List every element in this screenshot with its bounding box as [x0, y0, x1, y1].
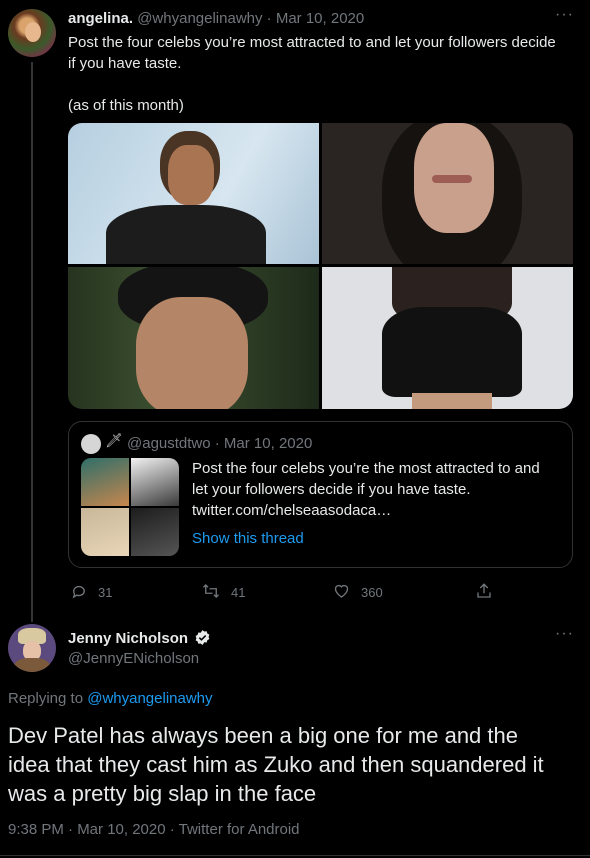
retweet-button[interactable]	[201, 582, 221, 605]
quote-link[interactable]: twitter.com/chelseaasodaca…	[192, 500, 562, 521]
like-count: 360	[361, 585, 383, 600]
reply-button[interactable]	[70, 582, 88, 605]
quote-thumb-3	[81, 508, 129, 556]
handle[interactable]: @JennyENicholson	[68, 650, 199, 667]
tweet-text-line: was a pretty big slap in the face	[8, 781, 317, 806]
display-name[interactable]: Jenny Nicholson	[68, 630, 188, 647]
photo-4[interactable]	[322, 267, 573, 409]
share-icon	[477, 583, 491, 598]
verified-badge-icon	[196, 630, 210, 645]
reply-icon	[72, 585, 85, 599]
tweet-text-line: Post the four celebs you’re most attract…	[68, 34, 556, 51]
show-thread-link[interactable]: Show this thread	[192, 528, 562, 549]
tweet-text-line: (as of this month)	[68, 97, 184, 114]
quoted-tweet[interactable]: 🗡 @agustdtwo · Mar 10, 2020 Post the fou…	[68, 421, 573, 568]
share-button[interactable]	[475, 582, 493, 605]
photo-1[interactable]	[68, 123, 319, 264]
tweet2-meta: 9:38 PM · Mar 10, 2020 · Twitter for And…	[8, 821, 300, 838]
more-dots-icon[interactable]: ···	[555, 6, 574, 24]
tweet1-text: Post the four celebs you’re most attract…	[68, 32, 573, 116]
retweet-icon	[203, 584, 219, 598]
display-name[interactable]: angelina.	[68, 10, 133, 27]
avatar[interactable]	[8, 9, 56, 57]
photo-2[interactable]	[322, 123, 573, 264]
quote-thumb-4	[131, 508, 179, 556]
timestamp[interactable]: 9:38 PM · Mar 10, 2020 ·	[8, 821, 179, 838]
quote-thumb-2	[131, 458, 179, 506]
tweet-text-line: Dev Patel has always been a big one for …	[8, 723, 518, 748]
more-dots-icon[interactable]: ···	[555, 625, 574, 643]
quote-handle-date: @agustdtwo · Mar 10, 2020	[127, 435, 313, 452]
quote-thumb-1	[81, 458, 129, 506]
quote-thumbnails	[81, 458, 179, 556]
reply-count: 31	[98, 585, 113, 600]
tweet1-header: angelina. @whyangelinawhy · Mar 10, 2020	[68, 10, 364, 27]
replying-prefix: Replying to	[8, 690, 88, 707]
tweet-text-line: idea that they cast him as Zuko and then…	[8, 752, 544, 777]
media-grid	[68, 123, 573, 409]
tweet2-text: Dev Patel has always been a big one for …	[8, 721, 583, 808]
quote-text-line: Post the four celebs you’re the most att…	[192, 460, 540, 477]
divider	[0, 855, 590, 856]
source-app[interactable]: Twitter for Android	[179, 821, 300, 838]
tweet2-header: Jenny Nicholson	[68, 629, 211, 648]
replying-to: Replying to @whyangelinawhy	[8, 690, 213, 707]
knife-emoji-icon: 🗡	[105, 432, 123, 448]
handle-date[interactable]: @whyangelinawhy · Mar 10, 2020	[137, 10, 364, 27]
quote-text: Post the four celebs you’re the most att…	[192, 458, 562, 549]
heart-icon	[334, 584, 349, 598]
like-button[interactable]	[332, 582, 351, 605]
photo-3[interactable]	[68, 267, 319, 409]
retweet-count: 41	[231, 585, 246, 600]
quote-text-line: let your followers decide if you have ta…	[192, 481, 471, 498]
avatar[interactable]	[8, 624, 56, 672]
thread-connector-line	[31, 62, 33, 622]
replying-handle-link[interactable]: @whyangelinawhy	[87, 690, 212, 707]
tweet-text-line: if you have taste.	[68, 55, 182, 72]
quote-avatar	[81, 434, 101, 454]
